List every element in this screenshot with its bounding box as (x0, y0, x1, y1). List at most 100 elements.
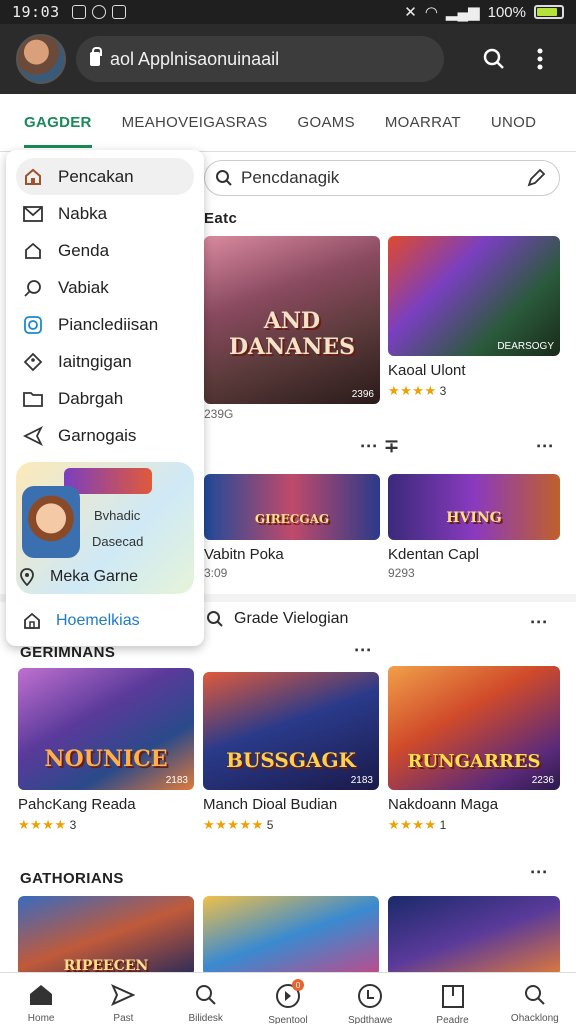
thumbnail-tag: DEARSOGY (497, 341, 554, 352)
more-options-icon[interactable]: ∙∙∙ ∓ (360, 436, 400, 457)
section-title-fourth: GERIMNANS (20, 644, 116, 661)
game-thumbnail: BUSSGAGK 2183 (203, 672, 379, 790)
rating-value: 3 (69, 818, 77, 832)
battery-icon (534, 5, 564, 19)
nav-label: Home (27, 1013, 55, 1024)
more-options-icon[interactable]: ∙∙∙ (536, 436, 554, 457)
search-icon (207, 611, 223, 627)
drawer-item-nabka[interactable]: Nabka (16, 195, 194, 232)
status-notification-icons (71, 5, 126, 19)
search-icon (22, 277, 44, 299)
rating-stars: ★★★★★ (203, 817, 264, 832)
wifi-icon: ◠ (424, 4, 438, 21)
target-icon (22, 314, 44, 336)
thumbnail-title: HVING (446, 510, 502, 526)
mute-icon: ✕ (404, 4, 417, 21)
thumbnail-tag: 2236 (531, 775, 554, 786)
game-card[interactable]: DEARSOGY Kaoal Ulont ★★★★ 3 (388, 236, 560, 399)
game-thumbnail: GIRECGAG (204, 474, 380, 540)
folder-icon (22, 388, 44, 410)
game-thumbnail: AND DANANES 2396 (204, 236, 380, 404)
tab-unod[interactable]: UNOD (491, 94, 536, 152)
drawer-item-vabiak[interactable]: Vabiak (16, 269, 194, 306)
drawer-item-iaitngigan[interactable]: Iaitngigan (16, 343, 194, 380)
drawer-item-label: Iaitngigan (58, 351, 132, 371)
game-card[interactable]: BUSSGAGK 2183 Manch Dioal Budian ★★★★★ 5 (203, 672, 379, 833)
tab-gagder[interactable]: GAGDER (24, 94, 92, 152)
lock-icon (90, 47, 102, 66)
game-card[interactable]: RIPEECEN (18, 896, 194, 976)
promo-line-1: Bvhadic (94, 508, 141, 523)
home-icon (30, 985, 53, 1005)
search-input[interactable]: Pencdanagik (204, 160, 560, 196)
game-thumbnail (203, 896, 379, 976)
game-thumbnail (388, 896, 560, 976)
game-card[interactable]: GIRECGAG Vabitn Poka 3:09 (204, 474, 380, 580)
search-icon (483, 48, 504, 69)
game-title: Vabitn Poka (204, 546, 284, 563)
game-card[interactable]: HVING Kdentan Capl 9293 (388, 474, 560, 580)
promo-card[interactable]: Bvhadic Dasecad Meka Garne (16, 462, 194, 594)
more-vert-icon (537, 48, 543, 70)
image-notification-icon (71, 5, 86, 19)
drawer-item-dabrgah[interactable]: Dabrgah (16, 380, 194, 417)
nav-spdthawe[interactable]: Spdthawe (340, 983, 400, 1024)
more-options-icon[interactable]: ∙∙∙ (530, 862, 548, 883)
drawer-item-genda[interactable]: Genda (16, 232, 194, 269)
thumbnail-title: NOUNICE (44, 746, 168, 772)
drawer-item-garnogais[interactable]: Garnogais (16, 417, 194, 454)
game-meta: 9293 (388, 566, 415, 580)
drawer-footer-link[interactable]: Hoemelkias (16, 604, 194, 638)
drawer-item-pencakan[interactable]: Pencakan (16, 158, 194, 195)
nav-bilidesk[interactable]: Bilidesk (176, 983, 236, 1024)
pen-icon[interactable] (525, 167, 547, 189)
thumbnail-tag: 2183 (350, 775, 373, 786)
tab-meahoveigasras[interactable]: MEAHOVEIGASRAS (122, 94, 268, 152)
game-card[interactable] (203, 896, 379, 976)
drawer-item-label: Garnogais (58, 425, 137, 445)
promo-cta-label: Meka Garne (50, 568, 139, 585)
game-title: Kdentan Capl (388, 546, 479, 563)
nav-label: Ohacklong (510, 1013, 559, 1024)
tab-moarrat[interactable]: MOARRAT (385, 94, 461, 152)
game-card[interactable]: RUNGARRES 2236 Nakdoann Maga ★★★★ 1 (388, 666, 560, 833)
profile-avatar[interactable] (16, 34, 66, 84)
game-card[interactable] (388, 896, 560, 976)
section-title-fifth: GATHORIANS (20, 870, 124, 887)
nav-ohacklong[interactable]: Ohacklong (505, 983, 565, 1024)
signal-icon: ▂▄▆ (445, 4, 480, 21)
nav-label: Spentool (268, 1015, 308, 1024)
game-title: Manch Dioal Budian (203, 796, 338, 813)
more-options-icon[interactable]: ∙∙∙ (530, 612, 548, 633)
search-icon (216, 170, 232, 186)
more-options-icon[interactable]: ∙∙∙ (354, 640, 372, 661)
rating-stars: ★★★★ (18, 817, 67, 832)
promo-cta-button[interactable]: Meka Garne (20, 568, 138, 586)
drawer-item-pianclediisan[interactable]: Pianclediisan (16, 306, 194, 343)
notification-badge: 0 (291, 979, 304, 991)
game-card[interactable]: AND DANANES 2396 239G (204, 236, 380, 421)
search-button[interactable] (474, 39, 514, 79)
game-card[interactable]: NOUNICE 2183 PahcKang Reada ★★★★ 3 (18, 668, 194, 833)
bottom-navigation: Home Past Bilidesk 0 Spentool Spdthawe P… (0, 972, 576, 1024)
tag-icon (22, 351, 44, 373)
archive-icon (441, 985, 464, 1008)
tab-goams[interactable]: GOAMS (298, 94, 355, 152)
send-icon (22, 425, 44, 447)
address-bar[interactable]: aol Applnisaonuinaail (76, 36, 444, 82)
nav-spentool[interactable]: 0 Spentool (258, 979, 318, 1024)
thumbnail-title: RUNGARRES (407, 751, 541, 772)
category-tabs: GAGDER MEAHOVEIGASRAS GOAMS MOARRAT UNOD (0, 94, 576, 152)
rating-stars: ★★★★ (388, 817, 437, 832)
nav-past[interactable]: Past (93, 983, 153, 1024)
thumbnail-tag: 2396 (351, 389, 374, 400)
game-meta: 3:09 (204, 566, 228, 580)
drawer-item-label: Vabiak (58, 277, 109, 297)
drawer-item-label: Dabrgah (58, 388, 124, 408)
send-icon (111, 984, 136, 1006)
overflow-menu-button[interactable] (520, 39, 560, 79)
nav-peadre[interactable]: Peadre (423, 983, 483, 1024)
nav-home[interactable]: Home (11, 983, 71, 1024)
game-thumbnail: RIPEECEN (18, 896, 194, 976)
section-header: Grade Vielogian (206, 610, 348, 628)
